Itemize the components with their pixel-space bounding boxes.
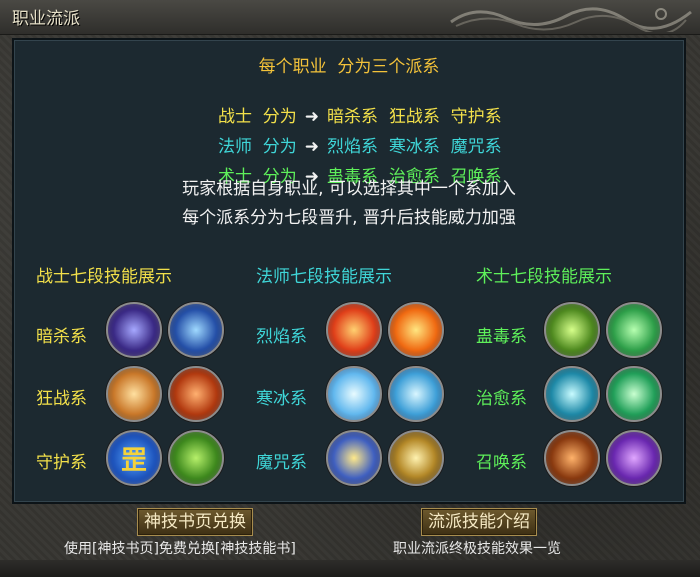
skill-label: 烈焰系	[256, 327, 307, 347]
skill-label: 召唤系	[476, 453, 527, 473]
frost-skill-icon[interactable]	[326, 366, 382, 422]
warrior-section-title: 战士七段技能展示	[36, 267, 172, 287]
flame-skill-icon[interactable]	[388, 302, 444, 358]
heal-skill-icon[interactable]	[606, 366, 662, 422]
guardian-skill-icon[interactable]: 罡	[106, 430, 162, 486]
skill-label: 蛊毒系	[476, 327, 527, 347]
assassin-skill-icon[interactable]	[168, 302, 224, 358]
curse-skill-icon[interactable]	[326, 430, 382, 486]
skill-label: 狂战系	[36, 389, 87, 409]
assassin-skill-icon[interactable]	[106, 302, 162, 358]
poison-skill-icon[interactable]	[606, 302, 662, 358]
frost-skill-icon[interactable]	[388, 366, 444, 422]
mage-section-title: 法师七段技能展示	[256, 267, 392, 287]
berserker-skill-icon[interactable]	[106, 366, 162, 422]
poison-skill-icon[interactable]	[544, 302, 600, 358]
flame-skill-icon[interactable]	[326, 302, 382, 358]
guardian-skill-icon[interactable]	[168, 430, 224, 486]
skill-label: 守护系	[36, 453, 87, 473]
content-panel: 每个职业 分为三个派系 战士 分为 ➜ 暗杀系 狂战系 守护系 法师 分为 ➜ 烈焰系 …	[12, 38, 686, 504]
skill-label: 寒冰系	[256, 389, 307, 409]
sect-intro-hint: 职业流派终极技能效果一览	[393, 541, 561, 557]
skill-label: 治愈系	[476, 389, 527, 409]
berserker-skill-icon[interactable]	[168, 366, 224, 422]
sect-intro-button[interactable]: 流派技能介绍	[421, 508, 537, 536]
summon-skill-icon[interactable]	[544, 430, 600, 486]
curse-skill-icon[interactable]	[388, 430, 444, 486]
guardian-glyph: 罡	[120, 445, 147, 476]
description-line: 玩家根据自身职业, 可以选择其中一个系加入	[182, 179, 516, 199]
skill-label: 暗杀系	[36, 327, 87, 347]
summon-skill-icon[interactable]	[606, 430, 662, 486]
description-line: 每个派系分为七段晋升, 晋升后技能威力加强	[182, 208, 516, 228]
warlock-section-title: 术士七段技能展示	[476, 267, 612, 287]
heal-skill-icon[interactable]	[544, 366, 600, 422]
title-bar[interactable]: 职业流派	[0, 0, 700, 35]
window-title: 职业流派	[12, 9, 80, 29]
dragon-ornament-icon	[450, 7, 692, 32]
skillbook-hint: 使用[神技书页]免费兑换[神技技能书]	[64, 541, 296, 557]
header-line: 每个职业 分为三个派系	[258, 57, 440, 77]
skillbook-exchange-button[interactable]: 神技书页兑换	[137, 508, 253, 536]
skill-label: 魔咒系	[256, 453, 307, 473]
bottom-strip	[0, 560, 700, 577]
